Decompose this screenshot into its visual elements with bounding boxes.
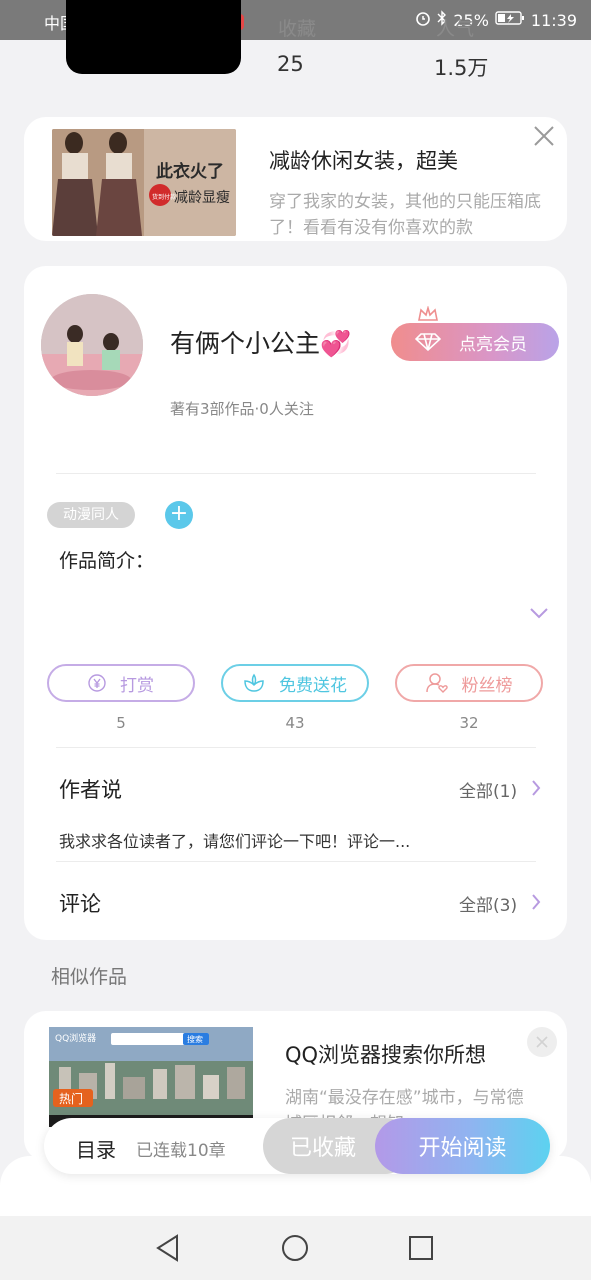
ad-description: 穿了我家的女装，其他的只能压箱底了！看看有没有你喜欢的款	[269, 192, 541, 238]
clock-time: 11:39	[530, 11, 577, 30]
reward-count: 5	[116, 714, 126, 732]
send-flower-button[interactable]: 免费送花	[221, 664, 369, 702]
author-say-all-link[interactable]: 全部(1)	[459, 777, 517, 802]
alarm-icon	[415, 10, 431, 31]
comments-title: 评论	[59, 892, 101, 916]
ad-card[interactable]: 此衣火了 货到付款 减龄显瘦 减龄休闲女装，超美 穿了我家的女装，其他的只能压箱…	[24, 117, 567, 241]
user-heart-icon	[425, 673, 448, 693]
battery-icon	[495, 10, 525, 31]
fan-ranking-label: 粉丝榜	[461, 675, 513, 696]
recommendation-title: QQ浏览器搜索你所想	[285, 1043, 487, 1067]
author-name[interactable]: 有俩个小公主💞	[170, 324, 351, 360]
divider	[56, 747, 536, 748]
ad-image-caption: 此衣火了	[156, 161, 224, 182]
expand-chevron-down-icon[interactable]	[530, 604, 548, 619]
ad-image: 此衣火了 货到付款 减龄显瘦	[52, 129, 236, 236]
favorited-label: 已收藏	[289, 1136, 356, 1161]
divider	[56, 861, 536, 862]
vip-button[interactable]: 点亮会员	[391, 323, 559, 361]
ad-image-subcaption: 减龄显瘦	[174, 189, 230, 206]
author-card: 有俩个小公主💞 著有3部作品·0人关注 点亮会员 动漫同人 + 作品简介： 打赏…	[24, 266, 567, 940]
ad-close-icon[interactable]	[533, 125, 555, 147]
intro-label: 作品简介：	[59, 550, 155, 572]
system-navigation-bar	[0, 1216, 591, 1280]
qq-browser-logo: QQ浏览器	[55, 1032, 96, 1044]
ad-title: 减龄休闲女装，超美	[269, 149, 458, 173]
hot-badge: 热门	[59, 1091, 83, 1106]
fan-count: 32	[459, 714, 479, 732]
search-button-in-image: 搜索	[187, 1034, 203, 1044]
book-cover	[66, 0, 241, 74]
vip-button-label: 点亮会员	[459, 334, 527, 355]
chapter-count: 已连载10章	[136, 1141, 226, 1161]
ad-image-badge: 货到付款	[152, 193, 176, 201]
recents-icon[interactable]	[408, 1235, 434, 1265]
popularity-count: 1.5万	[434, 56, 489, 80]
table-of-contents-button[interactable]: 目录	[76, 1134, 116, 1163]
home-icon[interactable]	[281, 1234, 309, 1266]
recommendation-image: QQ浏览器 搜索 热门	[49, 1027, 253, 1127]
start-reading-button[interactable]: 开始阅读	[375, 1118, 550, 1174]
diamond-icon	[415, 333, 441, 351]
favorites-count: 25	[277, 52, 304, 76]
send-flower-label: 免费送花	[279, 675, 347, 696]
genre-tag[interactable]: 动漫同人	[47, 502, 135, 528]
back-icon[interactable]	[155, 1234, 181, 1266]
author-say-content[interactable]: 我求求各位读者了，请您们评论一下吧！评论一...	[59, 828, 410, 852]
flower-count: 43	[285, 714, 305, 732]
fan-ranking-button[interactable]: 粉丝榜	[395, 664, 543, 702]
chevron-right-icon[interactable]	[531, 894, 541, 910]
yuan-coin-icon	[88, 674, 106, 692]
author-meta: 著有3部作品·0人关注	[170, 400, 314, 418]
crown-icon	[417, 305, 439, 322]
popularity-label: 人气	[436, 18, 475, 40]
flower-icon	[244, 673, 264, 692]
reward-label: 打赏	[120, 675, 154, 696]
favorites-label: 收藏	[278, 18, 317, 40]
divider	[56, 473, 536, 474]
reading-bar: 目录 已连载10章 已收藏 开始阅读	[44, 1118, 550, 1174]
reward-button[interactable]: 打赏	[47, 664, 195, 702]
similar-works-title: 相似作品	[51, 966, 128, 988]
author-say-title: 作者说	[59, 778, 122, 802]
close-icon[interactable]	[527, 1027, 557, 1057]
comments-all-link[interactable]: 全部(3)	[459, 891, 517, 916]
chevron-right-icon[interactable]	[531, 780, 541, 796]
start-reading-label: 开始阅读	[418, 1136, 507, 1161]
author-avatar[interactable]	[41, 294, 143, 396]
add-tag-button[interactable]: +	[165, 501, 193, 529]
